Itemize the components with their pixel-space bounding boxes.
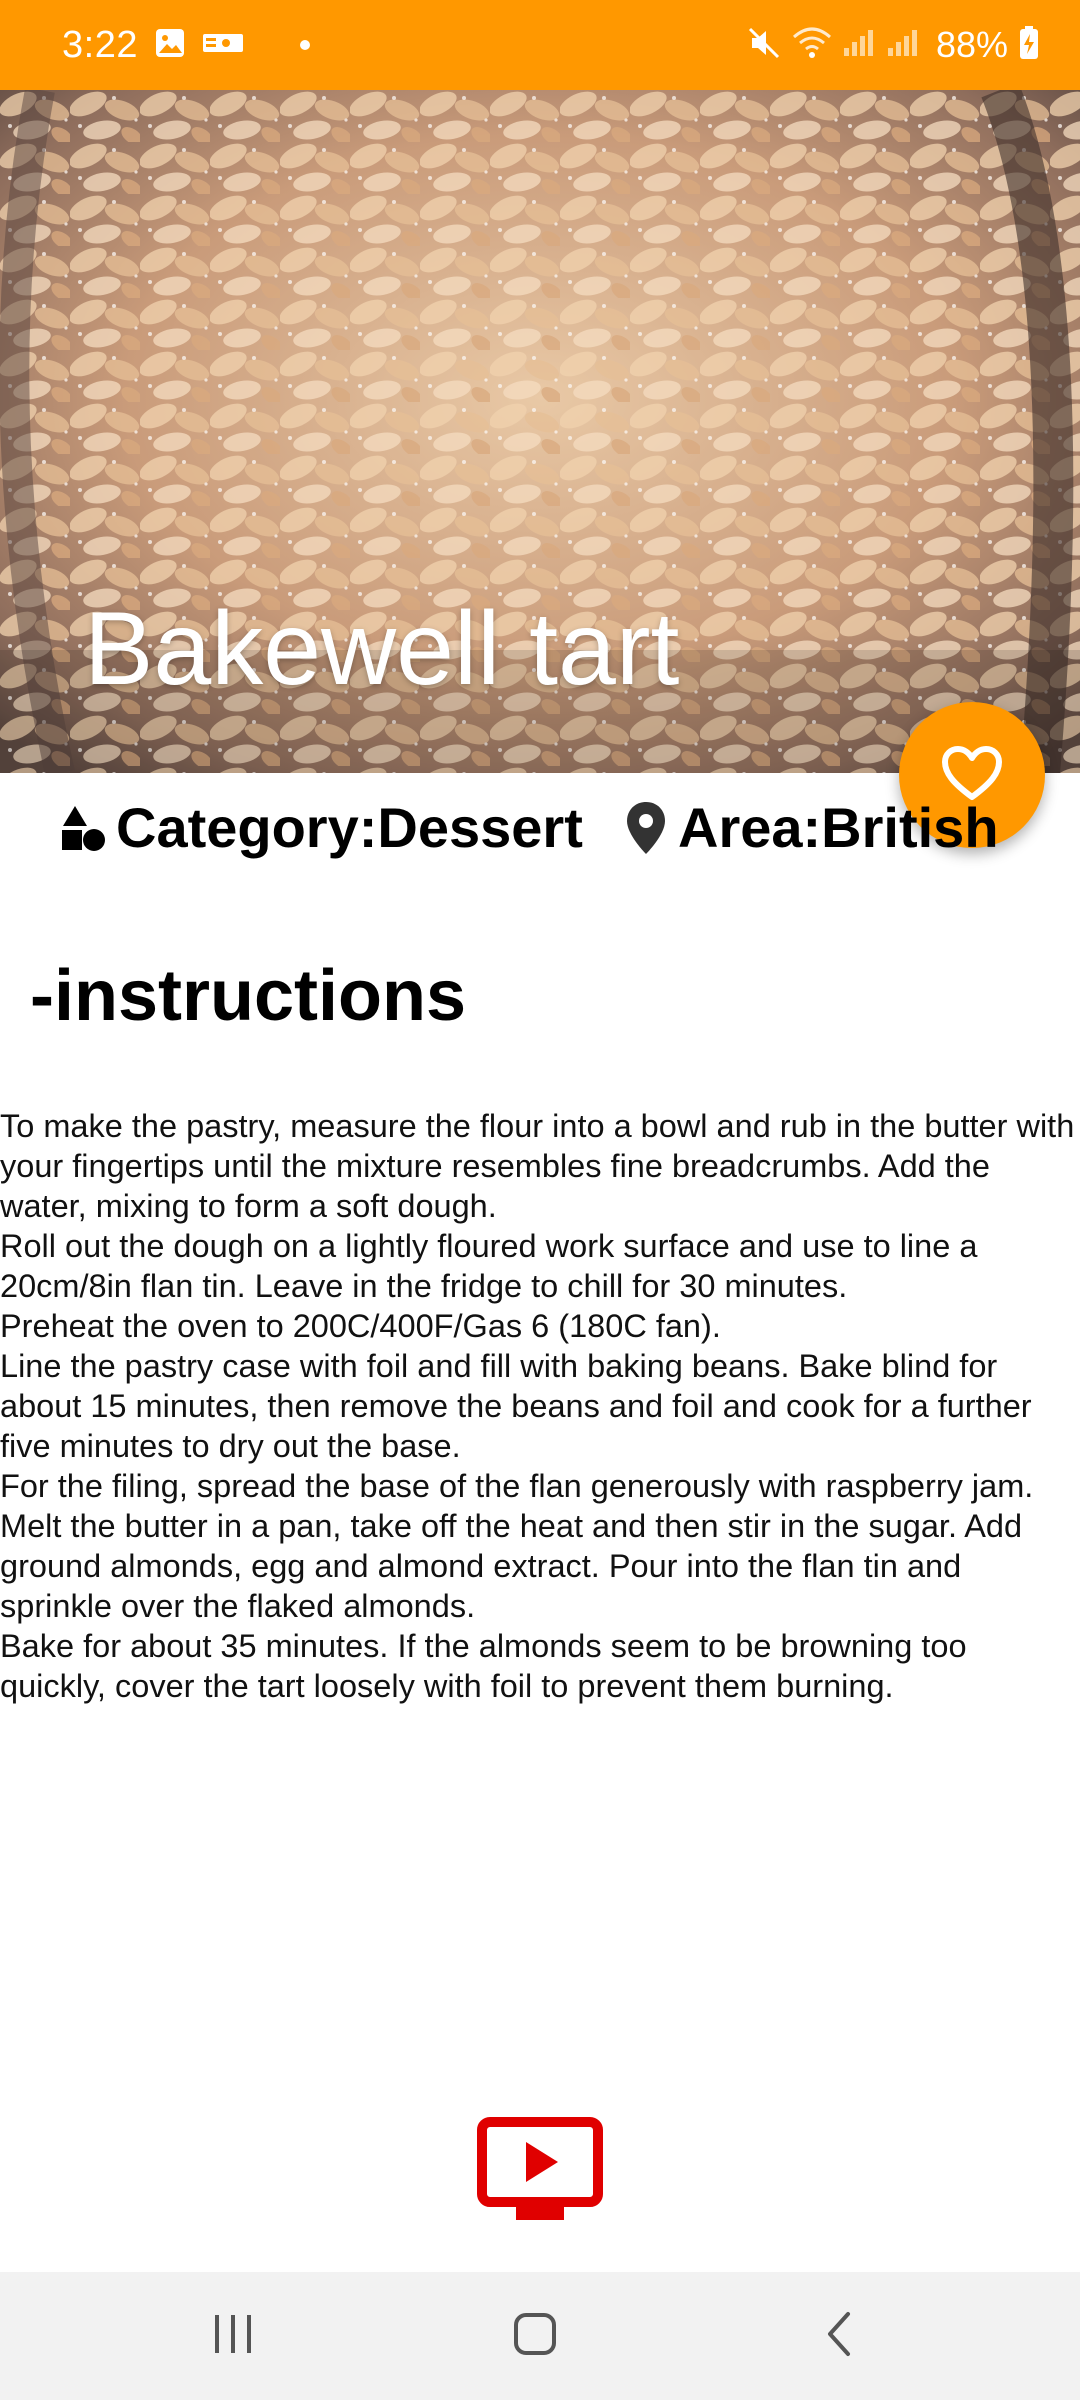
home-button[interactable]: [495, 2304, 575, 2368]
youtube-tv-icon: [476, 2116, 604, 2229]
back-icon: [820, 2310, 860, 2363]
meal-meta-row: Category:Dessert Area:British: [0, 773, 1080, 893]
battery-charging-icon: [1018, 25, 1040, 66]
wifi-icon: [792, 25, 832, 66]
status-right-icons: 88%: [746, 24, 1040, 66]
instructions-body: To make the pastry, measure the flour in…: [0, 1106, 1080, 1706]
recents-button[interactable]: [193, 2304, 273, 2368]
battery-level: 88%: [935, 24, 1008, 65]
category-text: Category:Dessert: [116, 796, 583, 859]
notification-app-icon: [202, 32, 244, 59]
system-nav-bar: [0, 2272, 1080, 2400]
status-left-icons: [154, 27, 244, 64]
back-button[interactable]: [800, 2304, 880, 2368]
instruction-step: For the filing, spread the base of the f…: [0, 1468, 1034, 1504]
area-text: Area:British: [678, 796, 999, 859]
area-label: Area:British: [624, 795, 999, 860]
instruction-step: Roll out the dough on a lightly floured …: [0, 1228, 978, 1304]
category-shapes-icon: [60, 804, 106, 852]
status-time: 3:22: [62, 23, 138, 66]
category-label: Category:Dessert: [60, 795, 583, 860]
watch-video-button[interactable]: [476, 2116, 604, 2229]
instruction-step: Bake for about 35 minutes. If the almond…: [0, 1628, 967, 1704]
home-icon: [511, 2310, 559, 2363]
signal-icon: [842, 28, 876, 63]
mute-icon: [746, 25, 782, 66]
gallery-icon: [154, 27, 186, 64]
recents-icon: [209, 2311, 257, 2362]
instruction-step: To make the pastry, measure the flour in…: [0, 1108, 1075, 1224]
instruction-step: Line the pastry case with foil and fill …: [0, 1348, 1032, 1464]
instruction-step: Melt the butter in a pan, take off the h…: [0, 1508, 1023, 1624]
signal-icon-2: [886, 28, 920, 63]
notification-dot: [299, 40, 310, 50]
instructions-heading: -instructions: [30, 956, 467, 1036]
meal-title: Bakewell tart: [84, 591, 680, 707]
status-bar: 3:22 88%: [0, 0, 1080, 90]
location-pin-icon: [624, 800, 668, 856]
meal-hero: Bakewell tart: [0, 90, 1080, 773]
instruction-step: Preheat the oven to 200C/400F/Gas 6 (180…: [0, 1308, 721, 1344]
